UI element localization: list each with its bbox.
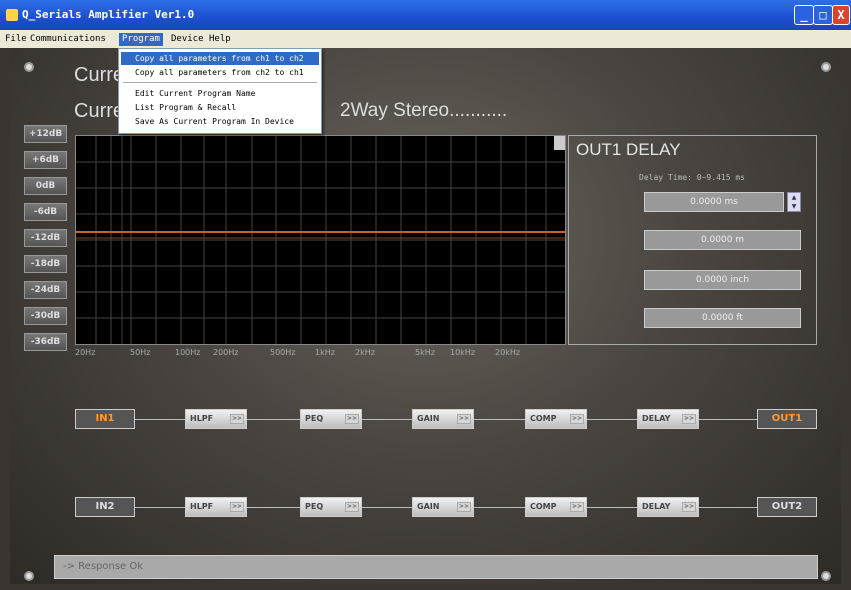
chain2-gain-button[interactable]: GAIN >>: [412, 497, 474, 517]
in1-button[interactable]: IN1: [75, 409, 135, 429]
menu-edit-program-name[interactable]: Edit Current Program Name: [121, 87, 319, 100]
chain2-peq-button[interactable]: PEQ >>: [300, 497, 362, 517]
module-label: PEQ: [305, 414, 324, 423]
module-arrow-icon: >>: [457, 414, 471, 424]
delay-spinner[interactable]: ▲ ▼: [787, 192, 801, 212]
menu-bar: File Communications Program Device Help: [0, 30, 851, 48]
module-arrow-icon: >>: [682, 502, 696, 512]
gain-minus18-button[interactable]: -18dB: [24, 255, 67, 273]
screw-icon: [24, 62, 34, 72]
chain1-comp-button[interactable]: COMP >>: [525, 409, 587, 429]
gain-minus6-button[interactable]: -6dB: [24, 203, 67, 221]
title-bar: Q_Serials Amplifier Ver1.0 _ □ X: [0, 0, 851, 30]
module-arrow-icon: >>: [345, 414, 359, 424]
screw-icon: [821, 62, 831, 72]
menu-save-as-current-program[interactable]: Save As Current Program In Device: [121, 115, 319, 128]
chain2-hlpf-button[interactable]: HLPF >>: [185, 497, 247, 517]
chain1-peq-button[interactable]: PEQ >>: [300, 409, 362, 429]
chain1-gain-button[interactable]: GAIN >>: [412, 409, 474, 429]
freq-label: 5kHz: [415, 348, 435, 357]
freq-label: 1kHz: [315, 348, 335, 357]
current-label: Curre: [74, 64, 125, 86]
spin-up-icon[interactable]: ▲: [788, 193, 800, 202]
module-label: GAIN: [417, 414, 440, 423]
status-bar: -> Response Ok: [54, 555, 818, 579]
freq-label: 20Hz: [75, 348, 96, 357]
freq-label: 10kHz: [450, 348, 476, 357]
module-label: GAIN: [417, 502, 440, 511]
module-label: HLPF: [190, 414, 214, 423]
freq-label: 50Hz: [130, 348, 151, 357]
delay-ms-input[interactable]: 0.0000 ms: [644, 192, 784, 212]
graph-scroll-handle: [554, 136, 565, 150]
menu-communications[interactable]: Communications: [27, 33, 109, 46]
out2-button[interactable]: OUT2: [757, 497, 817, 517]
menu-list-program-recall[interactable]: List Program & Recall: [121, 101, 319, 114]
menu-program[interactable]: Program: [119, 33, 163, 46]
module-arrow-icon: >>: [570, 502, 584, 512]
program-name: 2Way Stereo...........: [340, 100, 508, 121]
chain2-delay-button[interactable]: DELAY >>: [637, 497, 699, 517]
freq-label: 500Hz: [270, 348, 296, 357]
gain-minus30-button[interactable]: -30dB: [24, 307, 67, 325]
module-arrow-icon: >>: [345, 502, 359, 512]
gain-minus24-button[interactable]: -24dB: [24, 281, 67, 299]
gain-minus36-button[interactable]: -36dB: [24, 333, 67, 351]
gain-minus12-button[interactable]: -12dB: [24, 229, 67, 247]
module-label: COMP: [530, 414, 557, 423]
module-arrow-icon: >>: [230, 414, 244, 424]
freq-label: 20kHz: [495, 348, 521, 357]
menu-copy-ch2-to-ch1[interactable]: Copy all parameters from ch2 to ch1: [121, 66, 319, 79]
freq-label: 2kHz: [355, 348, 375, 357]
menu-file[interactable]: File: [2, 33, 30, 46]
menu-device[interactable]: Device: [168, 33, 207, 46]
chain2-comp-button[interactable]: COMP >>: [525, 497, 587, 517]
spin-down-icon[interactable]: ▼: [788, 202, 800, 211]
delay-ft-field: 0.0000 ft: [644, 308, 801, 328]
menu-separator: [123, 82, 317, 83]
response-graph[interactable]: [75, 135, 566, 345]
delay-inch-field: 0.0000 inch: [644, 270, 801, 290]
minimize-button[interactable]: _: [794, 5, 814, 25]
window-title: Q_Serials Amplifier Ver1.0: [22, 8, 195, 21]
freq-label: 200Hz: [213, 348, 239, 357]
out1-button[interactable]: OUT1: [757, 409, 817, 429]
menu-copy-ch1-to-ch2[interactable]: Copy all parameters from ch1 to ch2: [121, 52, 319, 65]
delay-title: OUT1 DELAY: [576, 140, 681, 159]
chain1-delay-button[interactable]: DELAY >>: [637, 409, 699, 429]
freq-label: 100Hz: [175, 348, 201, 357]
module-arrow-icon: >>: [570, 414, 584, 424]
in2-button[interactable]: IN2: [75, 497, 135, 517]
program-menu-dropdown: Copy all parameters from ch1 to ch2 Copy…: [118, 48, 322, 134]
maximize-button[interactable]: □: [813, 5, 833, 25]
response-graph-svg: [76, 136, 565, 344]
screw-icon: [821, 571, 831, 581]
module-label: DELAY: [642, 502, 671, 511]
screw-icon: [24, 571, 34, 581]
close-button[interactable]: X: [832, 5, 850, 25]
module-label: DELAY: [642, 414, 671, 423]
delay-hint: Delay Time: 0~9.415 ms: [639, 173, 745, 182]
module-label: PEQ: [305, 502, 324, 511]
delay-panel: OUT1 DELAY Delay Time: 0~9.415 ms 0.0000…: [568, 135, 817, 345]
current-program-label: Curre: [74, 100, 125, 122]
chain1-hlpf-button[interactable]: HLPF >>: [185, 409, 247, 429]
gain-plus6-button[interactable]: +6dB: [24, 151, 67, 169]
gain-0-button[interactable]: 0dB: [24, 177, 67, 195]
module-arrow-icon: >>: [230, 502, 244, 512]
menu-help[interactable]: Help: [206, 33, 234, 46]
module-label: COMP: [530, 502, 557, 511]
gain-plus12-button[interactable]: +12dB: [24, 125, 67, 143]
module-arrow-icon: >>: [457, 502, 471, 512]
module-label: HLPF: [190, 502, 214, 511]
delay-m-field: 0.0000 m: [644, 230, 801, 250]
app-icon: [6, 9, 18, 21]
module-arrow-icon: >>: [682, 414, 696, 424]
